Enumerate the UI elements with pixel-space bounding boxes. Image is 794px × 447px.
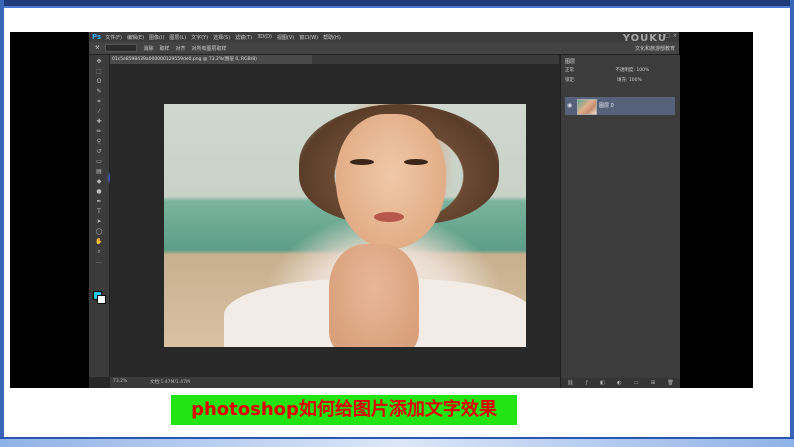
type-tool-icon[interactable]: T	[94, 209, 104, 215]
fill-label: 填充:	[616, 78, 628, 83]
menu-edit[interactable]: 编辑(E)	[127, 34, 144, 41]
blur-tool-icon[interactable]: ◆	[94, 179, 104, 185]
option-tool-label: 消除	[143, 45, 154, 52]
opacity-label: 不透明度:	[615, 68, 635, 73]
video-screenshot: Ps 文件(F) 编辑(E) 图像(I) 图层(L) 文字(Y) 选择(S) 滤…	[10, 32, 753, 388]
eraser-tool-icon[interactable]: ▭	[94, 159, 104, 165]
background-color-swatch[interactable]	[97, 295, 106, 304]
quick-select-tool-icon[interactable]: ✎	[94, 89, 104, 95]
eyedropper-tool-icon[interactable]: ⁄	[94, 109, 104, 115]
link-icon[interactable]: ⛓	[567, 380, 573, 386]
lock-row: 锁定: 填充: 100%	[565, 77, 675, 84]
slide-right-border	[790, 0, 794, 447]
brush-size-field[interactable]	[105, 44, 138, 52]
tool-preset-icon[interactable]: ⚒	[95, 45, 99, 51]
option-aligned[interactable]: 对齐	[176, 45, 186, 52]
brush-tool-icon[interactable]: ✏	[94, 129, 104, 135]
document-tab[interactable]: 01c5e8598439a000000129559de0.png @ 73.2%…	[109, 55, 312, 64]
photoshop-logo: Ps	[92, 33, 102, 41]
slide-top-border	[0, 0, 794, 8]
menu-window[interactable]: 窗口(W)	[299, 34, 318, 41]
hand-tool-icon[interactable]: ✋	[94, 239, 104, 245]
layers-panel: 图层 正常 不透明度: 100% 锁定: 填充: 100% ◉ 图层 0 ⛓ ƒ…	[560, 55, 680, 388]
new-layer-icon[interactable]: ⊞	[651, 380, 655, 386]
blend-row: 正常 不透明度: 100%	[565, 67, 675, 74]
menu-type[interactable]: 文字(Y)	[191, 34, 208, 41]
path-select-tool-icon[interactable]: ➤	[94, 219, 104, 225]
layer-row[interactable]: ◉ 图层 0	[565, 97, 675, 115]
document-image	[164, 104, 526, 347]
status-bar: 73.2% 文档:1.47M/1.47M	[110, 377, 560, 388]
menu-help[interactable]: 帮助(H)	[323, 34, 341, 41]
menu-filter[interactable]: 滤镜(T)	[235, 34, 252, 41]
layer-thumbnail	[577, 99, 597, 115]
presentation-slide: Ps 文件(F) 编辑(E) 图像(I) 图层(L) 文字(Y) 选择(S) 滤…	[0, 0, 794, 447]
pen-tool-icon[interactable]: ✒	[94, 199, 104, 205]
canvas-area[interactable]	[110, 64, 560, 377]
history-brush-tool-icon[interactable]: ↺	[94, 149, 104, 155]
menu-image[interactable]: 图像(I)	[149, 34, 164, 41]
trash-icon[interactable]: 🗑	[667, 380, 673, 386]
fx-icon[interactable]: ƒ	[586, 380, 588, 386]
option-sample[interactable]: 取样	[160, 45, 170, 52]
tools-panel: ✥ ⬚ ʘ ✎ ⌗ ⁄ ✚ ✏ ⚲ ↺ ▭ ▤ ◆ ● ✒ T ➤ ◯ ✋ ⌕	[89, 55, 110, 377]
menu-3d[interactable]: 3D(D)	[257, 34, 272, 40]
menu-file[interactable]: 文件(F)	[105, 34, 122, 41]
slide-caption: photoshop如何给图片添加文字效果	[171, 395, 517, 425]
healing-brush-tool-icon[interactable]: ✚	[94, 119, 104, 125]
photoshop-window: Ps 文件(F) 编辑(E) 图像(I) 图层(L) 文字(Y) 选择(S) 滤…	[89, 32, 680, 388]
move-tool-icon[interactable]: ✥	[94, 59, 104, 65]
zoom-tool-icon[interactable]: ⌕	[94, 249, 104, 255]
doc-size-info: 文档:1.47M/1.47M	[150, 380, 190, 385]
document-tab-bar: 01c5e8598439a000000129559de0.png @ 73.2%…	[109, 55, 559, 64]
adjustment-icon[interactable]: ◐	[617, 380, 621, 386]
shape-tool-icon[interactable]: ◯	[94, 229, 104, 235]
menu-bar: Ps 文件(F) 编辑(E) 图像(I) 图层(L) 文字(Y) 选择(S) 滤…	[89, 32, 679, 42]
slide-bottom-border	[0, 437, 794, 447]
mask-icon[interactable]: ◧	[600, 380, 605, 386]
layers-panel-title[interactable]: 图层	[565, 58, 575, 65]
gradient-tool-icon[interactable]: ▤	[94, 169, 104, 175]
layer-name[interactable]: 图层 0	[599, 102, 614, 109]
option-sample-all-layers[interactable]: 对所有图层取样	[192, 45, 227, 52]
close-icon[interactable]: ×	[673, 33, 677, 39]
more-tools-icon[interactable]: …	[94, 259, 104, 265]
marquee-tool-icon[interactable]: ⬚	[94, 69, 104, 75]
menu-select[interactable]: 选择(S)	[213, 34, 230, 41]
crop-tool-icon[interactable]: ⌗	[94, 99, 104, 105]
zoom-level[interactable]: 73.2%	[113, 379, 127, 384]
opacity-value[interactable]: 100%	[636, 68, 649, 73]
fill-value[interactable]: 100%	[629, 78, 642, 83]
lock-label: 锁定:	[565, 78, 576, 83]
menu-layer[interactable]: 图层(L)	[169, 34, 186, 41]
eye-icon[interactable]: ◉	[567, 102, 572, 109]
menu-view[interactable]: 视图(V)	[277, 34, 294, 41]
layers-panel-footer: ⛓ ƒ ◧ ◐ ▭ ⊞ 🗑	[561, 378, 680, 388]
slide-left-border	[0, 0, 4, 447]
clone-stamp-tool-icon[interactable]: ⚲	[94, 139, 104, 145]
workspace-label[interactable]: 文化和旅游部教育	[635, 45, 675, 52]
lasso-tool-icon[interactable]: ʘ	[94, 79, 104, 85]
dodge-tool-icon[interactable]: ●	[94, 189, 104, 195]
blend-mode-select[interactable]: 正常	[565, 68, 574, 73]
folder-icon[interactable]: ▭	[634, 380, 639, 386]
options-bar: ⚒ 消除 取样 对齐 对所有图层取样 文化和旅游部教育	[89, 42, 679, 55]
